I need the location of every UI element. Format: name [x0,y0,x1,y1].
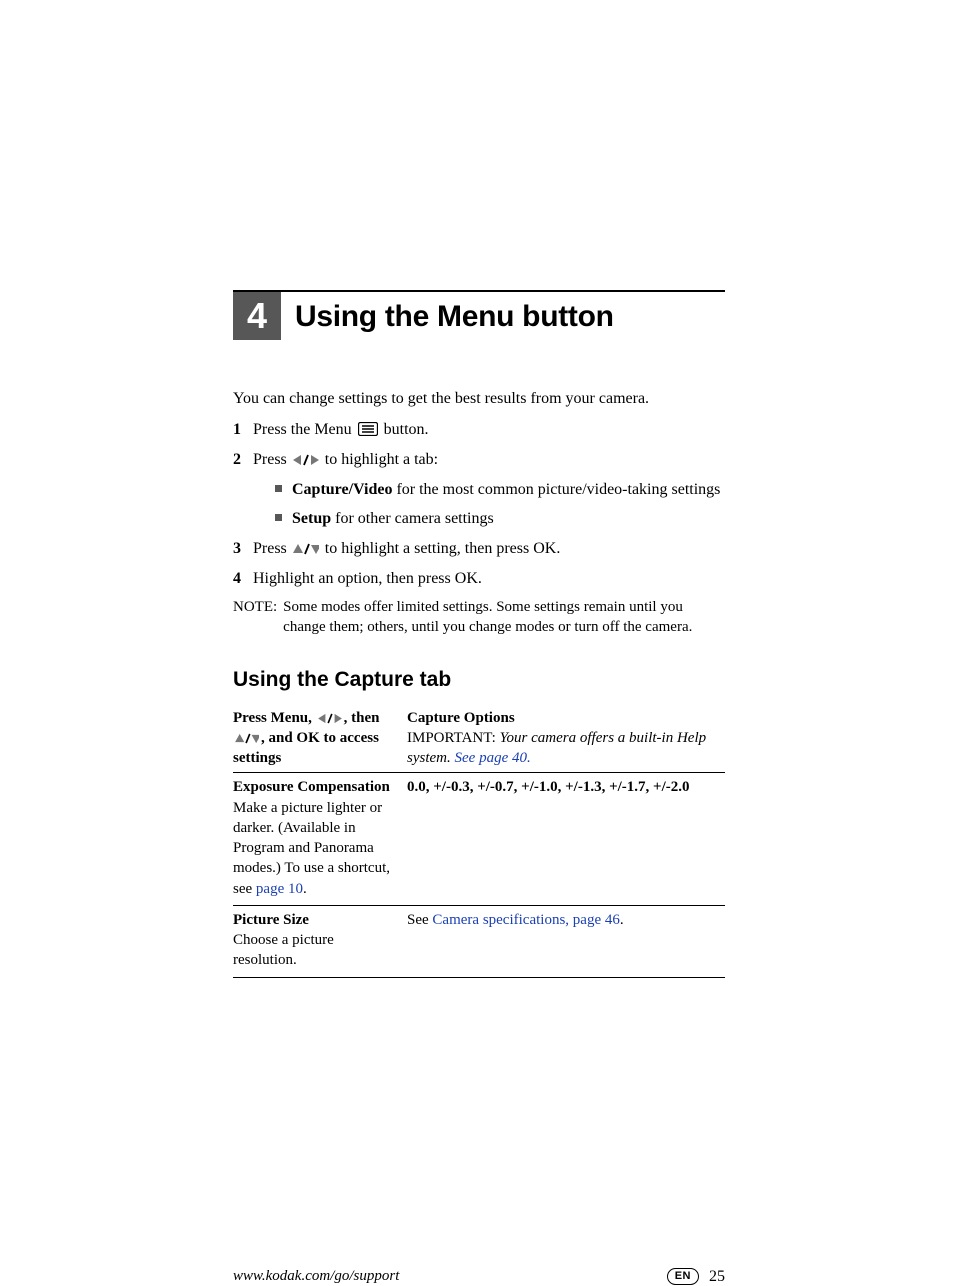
step-2: 2 Press to highlight a tab: Capture/Vide… [233,448,725,531]
document-page: 4 Using the Menu button You can change s… [0,0,954,1286]
left-right-arrows-icon [293,454,319,466]
step-text: Press to highlight a tab: Capture/Video … [253,448,725,531]
left-right-arrows-icon [318,713,342,724]
step-number: 1 [233,418,253,442]
language-code: EN [667,1268,699,1285]
setting-title: Picture Size [233,912,309,928]
cell-left: Exposure Compensation Make a picture lig… [233,773,407,906]
chapter-title: Using the Menu button [295,300,614,334]
row-picture-size: Picture Size Choose a picture resolution… [233,905,725,977]
camera-specifications-link[interactable]: Camera specifications, page 46 [432,912,619,928]
setting-desc: Choose a picture resolution. [233,932,334,968]
note: NOTE: Some modes offer limited settings.… [233,597,725,638]
page-footer: www.kodak.com/go/support EN 25 [233,1268,725,1286]
row-exposure-compensation: Exposure Compensation Make a picture lig… [233,773,725,906]
step-text: Press to highlight a setting, then press… [253,537,725,561]
page-10-link[interactable]: page 10 [256,881,303,897]
note-label: NOTE: [233,597,277,638]
settings-table: Press Menu, , then , and OK to access se… [233,706,725,978]
bullet-setup: Setup for other camera settings [253,507,725,531]
bullet-capture-video: Capture/Video for the most common pictur… [253,478,725,502]
menu-icon [358,422,378,436]
see-page-40-link[interactable]: See page 40. [455,750,531,766]
step-2-sublist: Capture/Video for the most common pictur… [253,478,725,531]
steps-list: 1 Press the Menu button. 2 Press [233,418,725,591]
table-header-right: Capture Options IMPORTANT: Your camera o… [407,706,725,773]
footer-url: www.kodak.com/go/support [233,1268,399,1285]
bullet-icon [275,514,282,521]
section-heading: Using the Capture tab [233,668,725,692]
cell-right: See Camera specifications, page 46. [407,905,725,977]
bullet-icon [275,485,282,492]
page-number: 25 [709,1268,725,1286]
step-text: Press the Menu button. [253,418,725,442]
note-text: Some modes offer limited settings. Some … [283,597,725,638]
chapter-header: 4 Using the Menu button [233,290,725,340]
step-4: 4 Highlight an option, then press OK. [233,567,725,591]
up-down-arrows-icon [235,733,259,744]
option-values: 0.0, +/-0.3, +/-0.7, +/-1.0, +/-1.3, +/-… [407,779,690,795]
intro-text: You can change settings to get the best … [233,388,725,410]
setting-desc: Make a picture lighter or darker. (Avail… [233,800,390,897]
table-header-left: Press Menu, , then , and OK to access se… [233,706,407,773]
step-number: 2 [233,448,253,472]
chapter-number: 4 [233,292,281,340]
cell-left: Picture Size Choose a picture resolution… [233,905,407,977]
step-3: 3 Press to highlight a setting, then pre… [233,537,725,561]
step-number: 3 [233,537,253,561]
setting-title: Exposure Compensation [233,779,390,795]
step-text: Highlight an option, then press OK. [253,567,725,591]
cell-right: 0.0, +/-0.3, +/-0.7, +/-1.0, +/-1.3, +/-… [407,773,725,906]
table-header-row: Press Menu, , then , and OK to access se… [233,706,725,773]
step-1: 1 Press the Menu button. [233,418,725,442]
up-down-arrows-icon [293,543,319,555]
language-page-badge: EN 25 [667,1268,725,1286]
step-number: 4 [233,567,253,591]
